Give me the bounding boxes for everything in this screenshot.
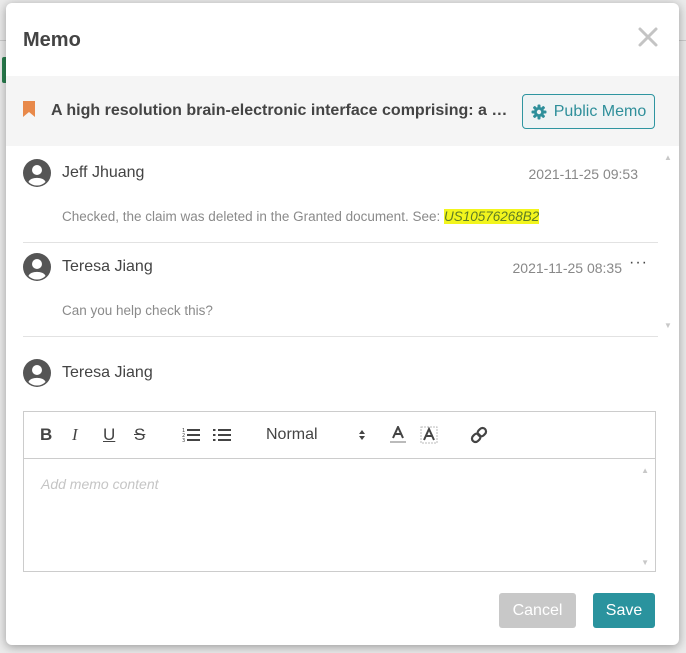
comment-author: Teresa Jiang: [62, 258, 153, 275]
text-color-icon: [390, 426, 406, 443]
scroll-down-arrow-icon[interactable]: ▼: [664, 321, 672, 330]
cancel-button[interactable]: Cancel: [499, 593, 576, 628]
format-value: Normal: [266, 426, 318, 443]
public-memo-button[interactable]: Public Memo: [522, 94, 655, 129]
close-icon: [638, 27, 658, 47]
comment-author: Jeff Jhuang: [62, 164, 145, 181]
comment-text: Checked, the claim was deleted in the Gr…: [62, 209, 540, 224]
document-title: A high resolution brain-electronic inter…: [51, 102, 516, 119]
public-memo-label: Public Memo: [553, 102, 647, 120]
user-avatar-icon: [23, 359, 51, 387]
gear-icon: [531, 104, 547, 119]
bullet-list-icon: [213, 429, 231, 441]
user-avatar-icon: [23, 253, 51, 281]
comment-body: Checked, the claim was deleted in the Gr…: [62, 209, 444, 224]
bullet-list-button[interactable]: [213, 425, 231, 445]
editor-scroll-down-icon[interactable]: ▼: [641, 558, 649, 567]
bold-button[interactable]: B: [40, 425, 52, 445]
italic-button[interactable]: I: [72, 425, 78, 445]
ordered-list-icon: 123: [182, 428, 200, 443]
comment-item: Teresa Jiang 2021-11-25 08:35 ··· Can yo…: [23, 243, 658, 337]
memo-content-input[interactable]: Add memo content ▲ ▼: [24, 460, 655, 571]
background-color-button[interactable]: [420, 425, 438, 445]
document-bar: A high resolution brain-electronic inter…: [6, 76, 679, 146]
close-button[interactable]: [636, 25, 660, 49]
strikethrough-button[interactable]: S: [134, 425, 145, 445]
link-icon: [470, 426, 488, 444]
select-arrows-icon: [359, 430, 365, 440]
underline-button[interactable]: U: [103, 425, 115, 445]
user-avatar-icon: [23, 159, 51, 187]
editor-scroll-up-icon[interactable]: ▲: [641, 466, 649, 475]
text-color-button[interactable]: [389, 425, 407, 445]
comment-timestamp: 2021-11-25 09:53: [528, 166, 639, 182]
memo-placeholder: Add memo content: [41, 476, 159, 492]
background-color-icon: [420, 426, 438, 444]
patent-link[interactable]: US10576268B2: [443, 209, 540, 224]
scroll-up-arrow-icon[interactable]: ▲: [664, 153, 672, 162]
bookmark-icon: [23, 101, 35, 117]
more-options-button[interactable]: ···: [629, 254, 648, 272]
text-format-select[interactable]: Normal: [266, 425, 366, 445]
svg-text:3: 3: [182, 438, 185, 443]
dialog-title: Memo: [23, 29, 81, 51]
memo-dialog: Memo A high resolution brain-electronic …: [6, 3, 679, 645]
ordered-list-button[interactable]: 123: [182, 425, 200, 445]
comment-item: Jeff Jhuang 2021-11-25 09:53 Checked, th…: [23, 149, 658, 243]
comment-list: Jeff Jhuang 2021-11-25 09:53 Checked, th…: [23, 149, 658, 337]
save-button[interactable]: Save: [593, 593, 655, 628]
comment-timestamp: 2021-11-25 08:35: [512, 260, 623, 276]
comment-text: Can you help check this?: [62, 303, 213, 318]
composer-author-name: Teresa Jiang: [62, 364, 153, 381]
link-button[interactable]: [470, 425, 488, 445]
editor-toolbar: B I U S 123 Normal: [24, 412, 655, 459]
memo-editor: B I U S 123 Normal Add memo content ▲ ▼: [23, 411, 656, 572]
